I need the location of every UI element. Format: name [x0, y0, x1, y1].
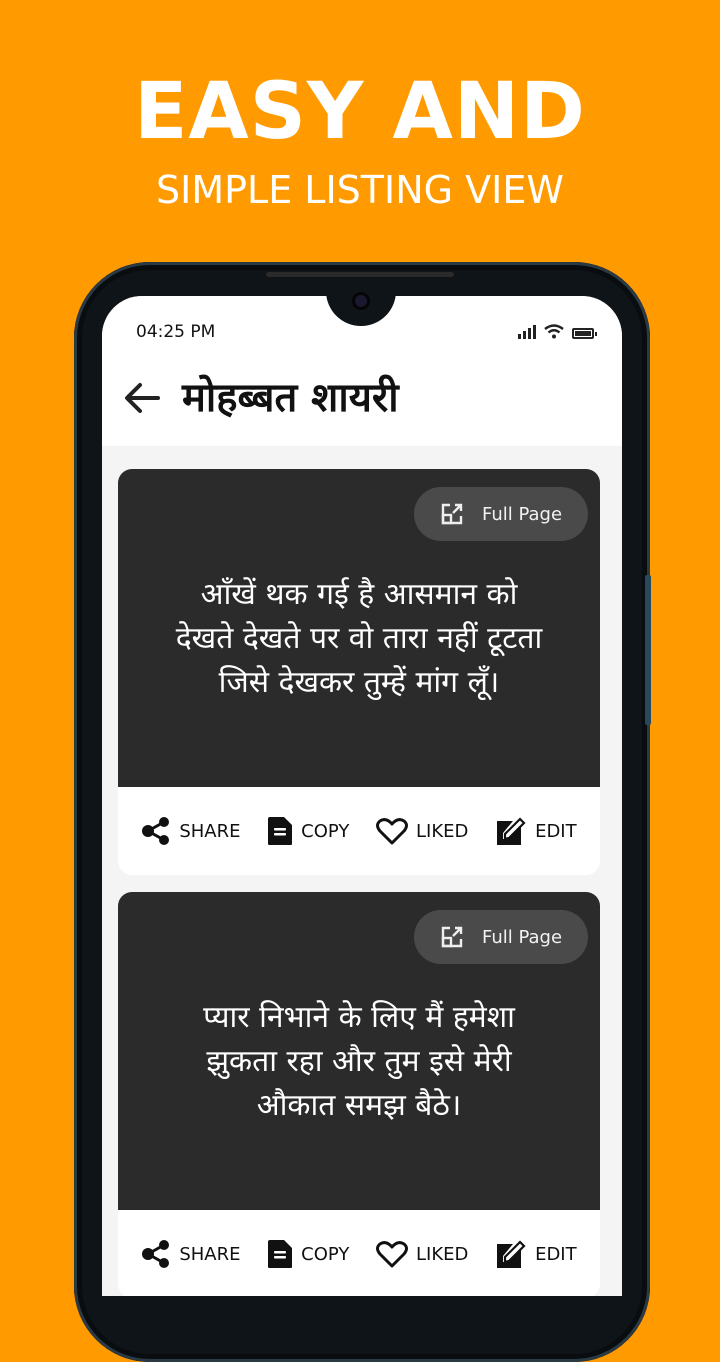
share-button[interactable]: SHARE: [141, 817, 240, 845]
copy-icon: [268, 1240, 293, 1268]
share-label: SHARE: [179, 1243, 241, 1265]
quote-line: औकात समझ बैठे।: [256, 1088, 462, 1123]
back-arrow-icon[interactable]: [120, 376, 164, 420]
signal-icon: [518, 325, 536, 339]
phone-speaker: [266, 272, 454, 277]
battery-icon: [572, 328, 597, 339]
open-external-icon: [441, 926, 463, 948]
quote-panel: Full Page आँखें थक गई है आसमान को देखते …: [118, 469, 600, 787]
full-page-label: Full Page: [481, 503, 563, 525]
quote-text: आँखें थक गई है आसमान को देखते देखते पर व…: [128, 573, 590, 705]
share-button[interactable]: SHARE: [141, 1240, 240, 1268]
quote-line: जिसे देखकर तुम्हें मांग लूँ।: [218, 665, 500, 700]
front-camera: [352, 292, 370, 310]
edit-label: EDIT: [535, 1243, 577, 1265]
liked-label: LIKED: [416, 820, 469, 842]
quote-line: आँखें थक गई है आसमान को: [200, 577, 518, 612]
quote-text: प्यार निभाने के लिए मैं हमेशा झुकता रहा …: [128, 996, 590, 1128]
promo-headline: EASY AND: [134, 67, 586, 157]
share-icon: [142, 817, 170, 845]
status-icons: [518, 324, 597, 339]
share-label: SHARE: [179, 820, 241, 842]
share-icon: [142, 1240, 170, 1268]
wifi-icon: [544, 324, 564, 339]
quote-panel: Full Page प्यार निभाने के लिए मैं हमेशा …: [118, 892, 600, 1210]
quote-line: झुकता रहा और तुम इसे मेरी: [206, 1044, 512, 1079]
edit-icon: [497, 1240, 526, 1268]
copy-button[interactable]: COPY: [267, 1239, 349, 1269]
status-time: 04:25 PM: [136, 322, 216, 342]
page-title: मोहब्बत शायरी: [182, 375, 399, 421]
shayari-card: Full Page प्यार निभाने के लिए मैं हमेशा …: [118, 892, 600, 1296]
liked-button[interactable]: LIKED: [376, 1240, 468, 1268]
heart-icon: [376, 818, 409, 845]
phone-side-button: [645, 575, 651, 725]
edit-button[interactable]: EDIT: [495, 815, 577, 847]
shayari-card: Full Page आँखें थक गई है आसमान को देखते …: [118, 469, 600, 875]
promo-subheadline: SIMPLE LISTING VIEW: [156, 168, 564, 212]
edit-button[interactable]: EDIT: [495, 1238, 577, 1270]
full-page-label: Full Page: [481, 926, 563, 948]
full-page-button[interactable]: Full Page: [414, 910, 588, 964]
edit-icon: [497, 817, 526, 845]
copy-label: COPY: [301, 820, 350, 842]
open-external-icon: [441, 503, 463, 525]
quote-line: प्यार निभाने के लिए मैं हमेशा: [203, 1000, 515, 1035]
quote-line: देखते देखते पर वो तारा नहीं टूटता: [175, 621, 543, 656]
copy-label: COPY: [301, 1243, 350, 1265]
heart-icon: [376, 1241, 409, 1268]
liked-label: LIKED: [416, 1243, 469, 1265]
full-page-button[interactable]: Full Page: [414, 487, 588, 541]
card-actions: SHARE COPY LIKED EDIT: [118, 787, 600, 875]
phone-screen: 04:25 PM मोहब्बत शायरी Full Page आँखें थ…: [102, 296, 622, 1296]
card-actions: SHARE COPY LIKED EDIT: [118, 1210, 600, 1296]
liked-button[interactable]: LIKED: [376, 817, 468, 845]
copy-icon: [268, 817, 293, 845]
edit-label: EDIT: [535, 820, 577, 842]
copy-button[interactable]: COPY: [267, 816, 349, 846]
